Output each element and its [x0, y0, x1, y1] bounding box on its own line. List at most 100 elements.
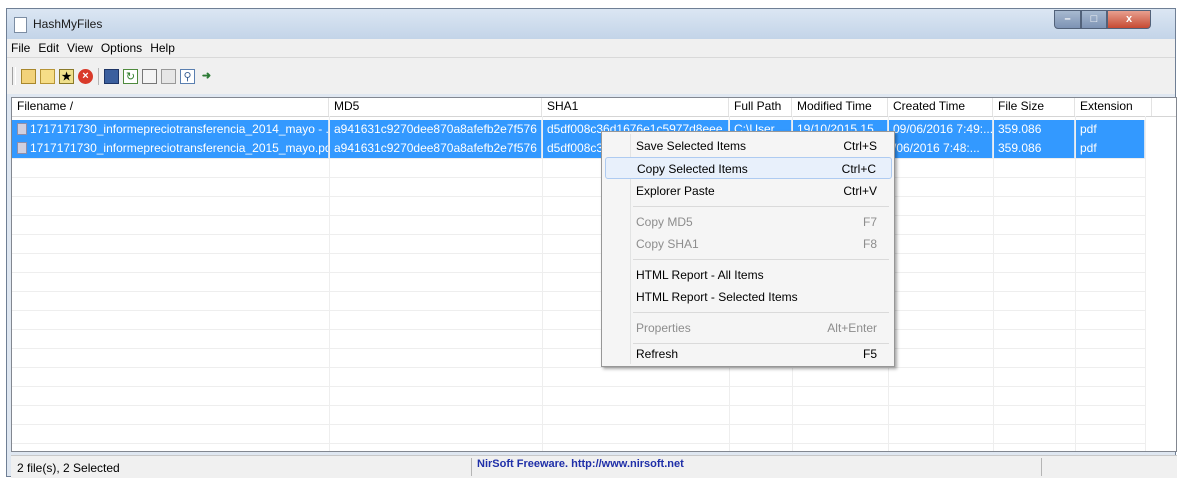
- menu-item-label: Explorer Paste: [636, 184, 715, 198]
- menu-item-html-report-all[interactable]: HTML Report - All Items: [605, 264, 892, 286]
- cell-file-size: 359.086: [993, 120, 1075, 139]
- menu-item-html-report-selected[interactable]: HTML Report - Selected Items: [605, 286, 892, 308]
- grid-column-line: [1145, 116, 1146, 451]
- menu-item-label: Save Selected Items: [636, 139, 747, 153]
- menu-item-copy-selected[interactable]: Copy Selected Items Ctrl+C: [605, 157, 892, 179]
- minimize-button[interactable]: –: [1054, 10, 1081, 29]
- column-header-modified-time[interactable]: Modified Time: [792, 98, 888, 116]
- grid-row-line: [12, 158, 1145, 159]
- grid-column-line: [329, 116, 330, 451]
- grid-row-line: [12, 424, 1145, 425]
- menu-item-shortcut: F7: [862, 215, 877, 229]
- table-row[interactable]: 1717171730_informepreciotransferencia_20…: [12, 120, 1145, 139]
- open-folder-icon[interactable]: [21, 69, 36, 84]
- filename-text: 1717171730_informepreciotransferencia_20…: [30, 141, 329, 155]
- context-menu: Save Selected Items Ctrl+S Copy Selected …: [601, 131, 895, 367]
- filename-text: 1717171730_informepreciotransferencia_20…: [30, 122, 329, 136]
- column-header-md5[interactable]: MD5: [329, 98, 542, 116]
- cell-created-time: /06/2016 7:48:...: [888, 139, 993, 158]
- grid-row-line: [12, 443, 1145, 444]
- app-window: HashMyFiles – □ x File Edit View Options…: [6, 8, 1177, 478]
- grid-row-line: [12, 310, 1145, 311]
- grid-column-line: [993, 116, 994, 451]
- menu-item-shortcut: Ctrl+C: [841, 162, 876, 176]
- menu-item-copy-sha1[interactable]: Copy SHA1 F8: [605, 233, 892, 255]
- column-header-extension[interactable]: Extension: [1075, 98, 1152, 116]
- menu-item-refresh[interactable]: Refresh F5: [605, 343, 892, 365]
- menu-item-properties[interactable]: Properties Alt+Enter: [605, 317, 892, 339]
- cell-extension: pdf: [1075, 120, 1145, 139]
- menu-view[interactable]: View: [63, 41, 97, 55]
- grid-row-line: [12, 196, 1145, 197]
- refresh-icon[interactable]: ↻: [123, 69, 138, 84]
- list-header: Filename / MD5 SHA1 Full Path Modified T…: [12, 98, 1176, 117]
- menu-item-shortcut: Ctrl+S: [843, 139, 877, 153]
- column-header-sha1[interactable]: SHA1: [542, 98, 729, 116]
- menu-item-label: Properties: [636, 321, 691, 335]
- toolbar-grip: [12, 67, 16, 85]
- menu-separator: [633, 206, 889, 207]
- menu-separator: [633, 259, 889, 260]
- add-files-icon[interactable]: ★: [59, 69, 74, 84]
- column-header-filename[interactable]: Filename /: [12, 98, 329, 116]
- column-header-file-size[interactable]: File Size: [993, 98, 1075, 116]
- grid-column-line: [1075, 116, 1076, 451]
- title-bar[interactable]: HashMyFiles – □ x: [7, 9, 1175, 39]
- menu-item-shortcut: F8: [862, 237, 877, 251]
- close-button[interactable]: x: [1107, 10, 1151, 29]
- menu-item-label: HTML Report - Selected Items: [636, 290, 798, 304]
- nirsoft-link[interactable]: NirSoft Freeware. http://www.nirsoft.net: [477, 458, 684, 470]
- menu-item-label: HTML Report - All Items: [636, 268, 764, 282]
- file-list[interactable]: Filename / MD5 SHA1 Full Path Modified T…: [11, 97, 1177, 452]
- grid-row-line: [12, 291, 1145, 292]
- menu-options[interactable]: Options: [97, 41, 146, 55]
- toolbar-separator: [98, 68, 99, 85]
- grid-row-line: [12, 215, 1145, 216]
- copy-icon[interactable]: [142, 69, 157, 84]
- toolbar: ★ × ↻ ⚲ ➜: [7, 57, 1175, 94]
- menu-item-label: Refresh: [636, 347, 679, 361]
- exit-icon[interactable]: ➜: [199, 69, 214, 84]
- grid-row-line: [12, 367, 1145, 368]
- window-title: HashMyFiles: [33, 17, 103, 31]
- menu-file[interactable]: File: [7, 41, 34, 55]
- save-icon[interactable]: [104, 69, 119, 84]
- cell-created-time: 09/06/2016 7:49:...: [888, 120, 993, 139]
- status-divider: [1041, 458, 1042, 476]
- column-header-created-time[interactable]: Created Time: [888, 98, 993, 116]
- table-row[interactable]: 1717171730_informepreciotransferencia_20…: [12, 139, 1145, 158]
- menu-item-explorer-paste[interactable]: Explorer Paste Ctrl+V: [605, 180, 892, 202]
- app-icon: [14, 17, 27, 33]
- status-divider: [471, 458, 472, 476]
- properties-icon[interactable]: [161, 69, 176, 84]
- cell-file-size: 359.086: [993, 139, 1075, 158]
- grid-row-line: [12, 234, 1145, 235]
- menu-edit[interactable]: Edit: [34, 41, 63, 55]
- cell-md5: a941631c9270dee870a8afefb2e7f576: [329, 139, 542, 158]
- menu-item-shortcut: F5: [862, 347, 877, 361]
- folder-icon[interactable]: [40, 69, 55, 84]
- grid-row-line: [12, 386, 1145, 387]
- cell-filename: 1717171730_informepreciotransferencia_20…: [12, 139, 329, 158]
- cell-extension: pdf: [1075, 139, 1145, 158]
- menu-item-copy-md5[interactable]: Copy MD5 F7: [605, 211, 892, 233]
- menu-bar: File Edit View Options Help: [7, 39, 1175, 57]
- maximize-button[interactable]: □: [1081, 10, 1107, 29]
- menu-item-label: Copy SHA1: [636, 237, 699, 251]
- grid-row-line: [12, 405, 1145, 406]
- column-header-full-path[interactable]: Full Path: [729, 98, 792, 116]
- stop-icon[interactable]: ×: [78, 69, 93, 84]
- menu-item-shortcut: Alt+Enter: [827, 321, 877, 335]
- grid-row-line: [12, 329, 1145, 330]
- find-icon[interactable]: ⚲: [180, 69, 195, 84]
- menu-item-label: Copy Selected Items: [637, 162, 748, 176]
- cell-md5: a941631c9270dee870a8afefb2e7f576: [329, 120, 542, 139]
- grid-row-line: [12, 348, 1145, 349]
- grid-row-line: [12, 272, 1145, 273]
- menu-separator: [633, 312, 889, 313]
- grid-column-line: [542, 116, 543, 451]
- cell-filename: 1717171730_informepreciotransferencia_20…: [12, 120, 329, 139]
- menu-item-save-selected[interactable]: Save Selected Items Ctrl+S: [605, 135, 892, 157]
- grid-row-line: [12, 253, 1145, 254]
- menu-help[interactable]: Help: [146, 41, 179, 55]
